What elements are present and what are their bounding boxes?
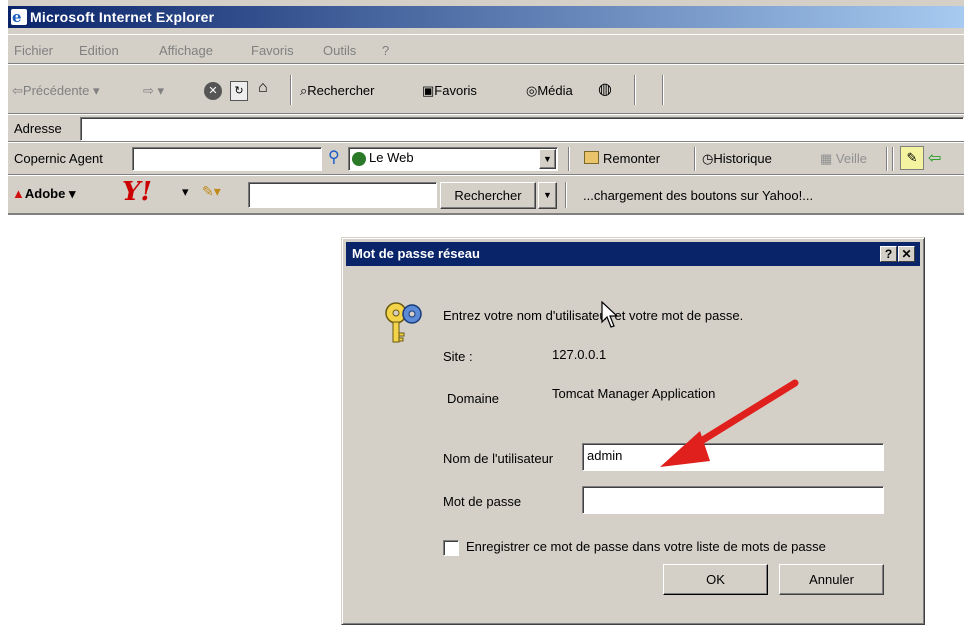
search-button[interactable]: ⌕Rechercher [300,83,374,99]
favorites-button[interactable]: ▣Favoris [422,83,477,99]
yahoo-toolbar: ▲Adobe ▾ Y! ▾ ✎▾ Rechercher ▼ ...chargem… [8,175,964,215]
green-back-arrow-icon[interactable]: ⇦ [928,148,941,168]
title-bar: e Microsoft Internet Explorer [8,6,964,28]
address-label: Adresse [14,121,62,136]
stop-icon[interactable]: ✕ [204,82,222,100]
media-icon: ◎ [526,83,538,98]
copernic-search-input[interactable] [132,147,322,171]
dialog-title-bar: Mot de passe réseau ? ✕ [346,242,920,266]
dialog-title: Mot de passe réseau [352,246,480,261]
menu-help[interactable]: ? [382,43,389,58]
site-value: 127.0.0.1 [552,347,607,362]
back-arrow-icon: ⇦ [12,83,23,98]
standard-toolbar: ⇦Précédente ▾ ⇨ ▾ ✕ ↻ ⌂ ⌕Rechercher ▣Fav… [8,64,964,114]
window-title: Microsoft Internet Explorer [30,9,215,25]
yahoo-search-button[interactable]: Rechercher [440,182,536,209]
address-input[interactable] [80,117,964,141]
forward-button[interactable]: ⇨ ▾ [143,83,164,99]
historique-button[interactable]: ◷Historique [702,151,772,167]
domain-label: Domaine [447,391,500,406]
magnifier-icon[interactable]: ⚲ [328,147,340,167]
password-label: Mot de passe [443,494,522,509]
veille-button[interactable]: ▦ Veille [820,151,867,167]
ok-button[interactable]: OK [663,564,768,595]
globe-icon [352,152,366,166]
dialog-prompt: Entrez votre nom d'utilisateur et votre … [443,308,744,323]
yahoo-logo-icon[interactable]: Y! [122,177,152,207]
remember-password-checkbox[interactable] [443,540,459,556]
refresh-icon[interactable]: ↻ [230,81,248,101]
adobe-button[interactable]: ▲Adobe ▾ [12,186,75,202]
forward-arrow-icon: ⇨ [143,83,154,98]
help-button[interactable]: ? [880,246,897,262]
keys-icon [385,302,422,343]
back-button[interactable]: ⇦Précédente ▾ [12,83,100,99]
address-bar: Adresse [8,114,964,142]
yahoo-menu-chevron-icon[interactable]: ▾ [182,184,189,200]
history-globe-icon[interactable]: ◍ [598,79,612,99]
media-button[interactable]: ◎Média [526,83,573,99]
close-button[interactable]: ✕ [898,246,915,262]
ie-logo-icon: e [11,8,27,26]
menu-edition[interactable]: Edition [79,43,119,58]
copernic-toolbar: Copernic Agent ⚲ Le Web ▼ Remonter ◷Hist… [8,142,964,175]
menu-affichage[interactable]: Affichage [159,43,213,58]
menu-fichier[interactable]: Fichier [14,43,53,58]
annotation-arrow-icon [660,379,799,467]
cancel-button[interactable]: Annuler [779,564,884,595]
mouse-cursor-icon [601,301,619,328]
copernic-label: Copernic Agent [14,151,103,166]
adobe-logo-icon: ▲ [12,186,25,201]
menu-outils[interactable]: Outils [323,43,356,58]
folder-up-icon [584,151,599,164]
remonter-button[interactable]: Remonter [584,151,660,166]
site-label: Site : [443,349,473,364]
network-password-dialog: Mot de passe réseau ? ✕ Entrez votre nom… [341,237,925,625]
yahoo-search-dropdown-icon[interactable]: ▼ [538,182,557,209]
pencil-icon[interactable]: ✎ [900,146,924,170]
calendar-icon: ▦ [820,151,833,166]
copernic-scope-select[interactable]: Le Web ▼ [348,147,558,171]
favorites-icon: ▣ [422,83,435,98]
menu-favoris[interactable]: Favoris [251,43,294,58]
yahoo-search-input[interactable] [248,182,437,208]
remember-password-label: Enregistrer ce mot de passe dans votre l… [466,539,826,554]
highlighter-icon[interactable]: ✎▾ [202,183,221,200]
yahoo-status-text: ...chargement des boutons sur Yahoo!... [583,188,814,203]
menu-bar: Fichier Edition Affichage Favoris Outils… [8,34,964,64]
home-icon[interactable]: ⌂ [258,79,268,97]
clock-icon: ◷ [702,151,714,166]
username-label: Nom de l'utilisateur [443,451,554,466]
password-input[interactable] [582,486,884,514]
chevron-down-icon[interactable]: ▼ [539,149,556,169]
